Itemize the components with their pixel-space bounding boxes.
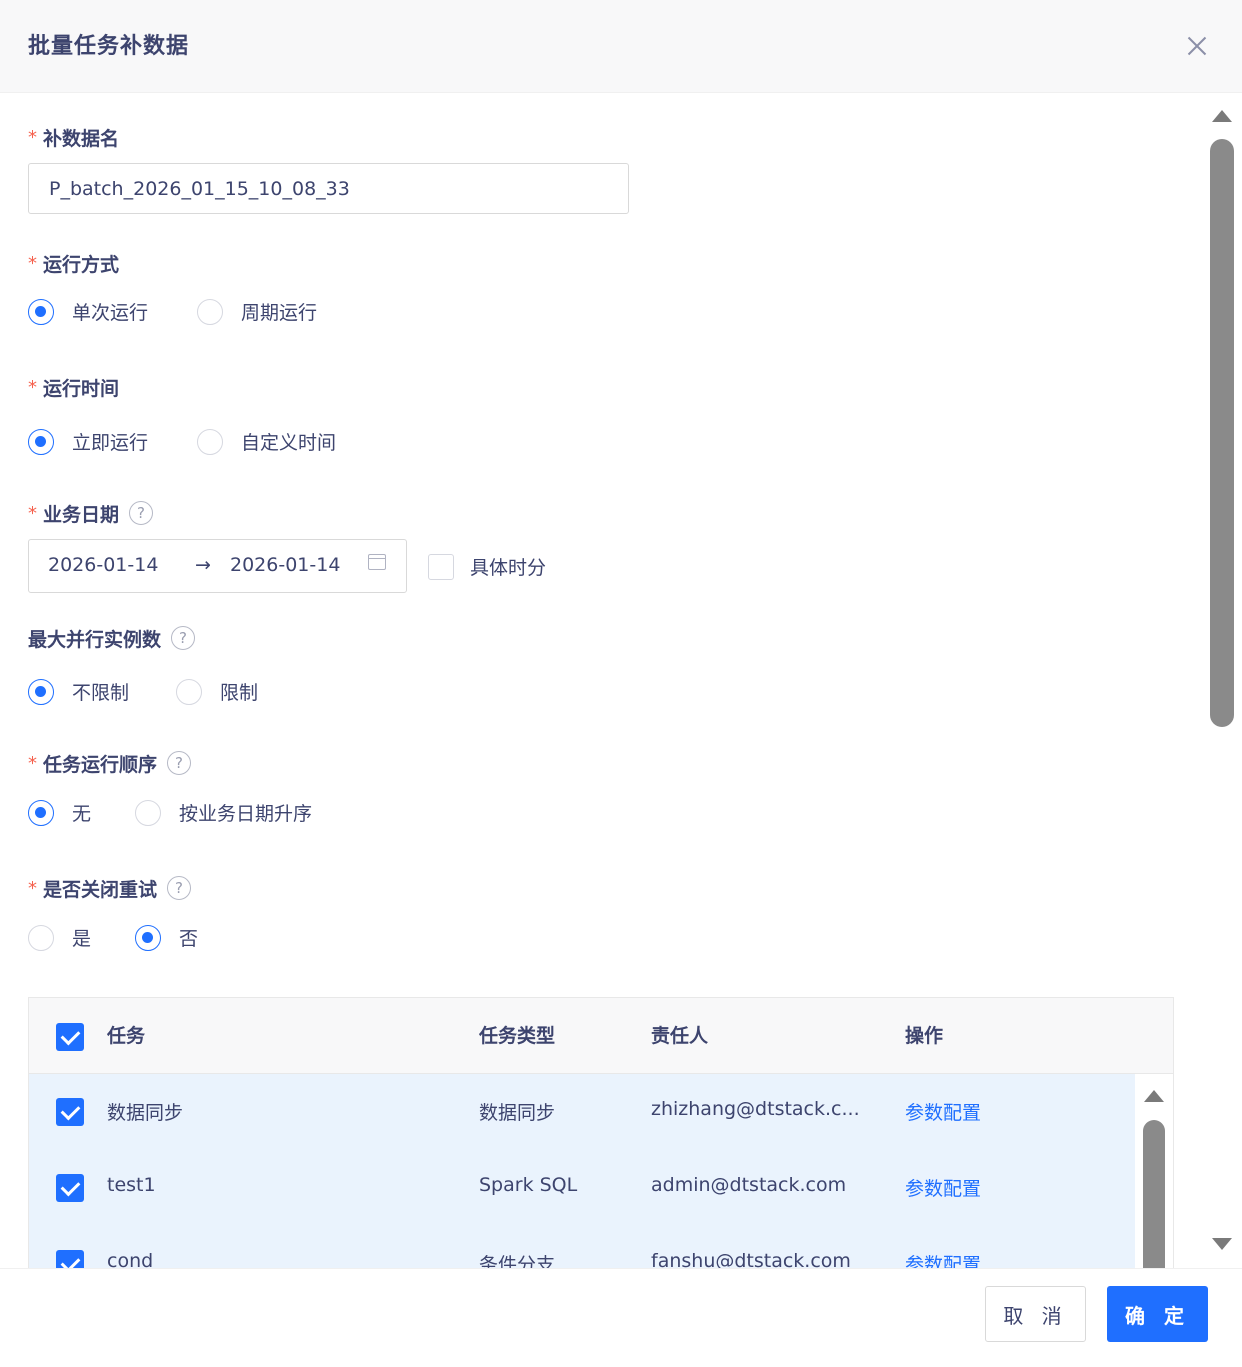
radio-custom-time[interactable]: 自定义时间 (197, 428, 336, 455)
calendar-icon (368, 554, 386, 570)
col-task: 任务 (107, 1025, 146, 1047)
row-checkbox[interactable] (56, 1250, 84, 1268)
row-checkbox[interactable] (56, 1174, 84, 1202)
close-icon[interactable] (1180, 30, 1214, 64)
task-name: cond (107, 1250, 154, 1268)
scroll-down-arrow-icon[interactable] (1212, 1238, 1232, 1250)
run-time-label: * 运行时间 (28, 376, 120, 400)
checkbox-box (428, 553, 454, 580)
table-row[interactable]: test1 Spark SQL admin@dtstack.com 参数配置 (29, 1150, 1135, 1227)
question-circle-icon[interactable]: ? (171, 626, 196, 650)
question-circle-icon[interactable]: ? (167, 751, 192, 775)
max-parallel-label: 最大并行实例数 ? (28, 623, 196, 653)
run-mode-label: * 运行方式 (28, 252, 120, 276)
radio-order-asc[interactable]: 按业务日期升序 (135, 799, 312, 826)
select-all-checkbox[interactable] (56, 1023, 84, 1051)
task-name: 数据同步 (107, 1102, 184, 1124)
col-owner: 责任人 (651, 1025, 709, 1047)
task-table: 任务 任务类型 责任人 操作 数据同步 数据同步 zhizhang@dtstac… (28, 997, 1174, 1268)
task-type: Spark SQL (479, 1174, 578, 1196)
param-config-link[interactable]: 参数配置 (905, 1098, 981, 1125)
radio-circle (28, 678, 54, 705)
radio-run-now[interactable]: 立即运行 (28, 428, 148, 455)
start-date[interactable]: 2026-01-14 (48, 554, 158, 576)
col-action: 操作 (905, 1025, 944, 1047)
task-owner: zhizhang@dtstack.c... (651, 1098, 860, 1120)
name-input[interactable] (28, 163, 629, 214)
task-owner: fanshu@dtstack.com (651, 1250, 851, 1268)
detail-time-checkbox[interactable]: 具体时分 (428, 553, 546, 580)
row-checkbox[interactable] (56, 1098, 84, 1126)
question-circle-icon[interactable]: ? (167, 876, 192, 900)
radio-retry-yes[interactable]: 是 (28, 924, 91, 951)
cancel-button[interactable]: 取 消 (985, 1286, 1086, 1342)
required-mark: * (28, 376, 37, 398)
task-name: test1 (107, 1174, 156, 1196)
radio-unlimited[interactable]: 不限制 (28, 678, 129, 705)
arrow-right-icon: → (195, 554, 211, 576)
dialog-header: 批量任务补数据 (0, 0, 1242, 93)
task-type: 数据同步 (479, 1102, 556, 1124)
scroll-up-arrow-icon[interactable] (1144, 1090, 1164, 1102)
radio-retry-no[interactable]: 否 (135, 924, 198, 951)
radio-circle (28, 924, 54, 951)
col-type: 任务类型 (479, 1025, 556, 1047)
task-type: 条件分支 (479, 1254, 556, 1268)
radio-limited[interactable]: 限制 (176, 678, 258, 705)
required-mark: * (28, 252, 37, 274)
radio-circle (197, 298, 223, 325)
radio-circle (28, 799, 54, 826)
required-mark: * (28, 752, 37, 774)
table-row[interactable]: cond 条件分支 fanshu@dtstack.com 参数配置 (29, 1226, 1135, 1268)
radio-order-none[interactable]: 无 (28, 799, 91, 826)
order-label: * 任务运行顺序 ? (28, 748, 192, 778)
dialog-title: 批量任务补数据 (28, 34, 190, 59)
date-range-picker[interactable]: 2026-01-14 → 2026-01-14 (28, 539, 407, 593)
radio-circle (135, 799, 161, 826)
radio-circle (135, 924, 161, 951)
table-row[interactable]: 数据同步 数据同步 zhizhang@dtstack.c... 参数配置 (29, 1074, 1135, 1151)
radio-run-periodic[interactable]: 周期运行 (197, 298, 317, 325)
retry-label: * 是否关闭重试 ? (28, 873, 192, 903)
biz-date-label: * 业务日期 ? (28, 498, 154, 528)
table-scrollbar-thumb[interactable] (1143, 1120, 1165, 1268)
dialog-body: * 补数据名 * 运行方式 单次运行 周期运行 * 运行时间 立即运行 自定义时… (0, 92, 1242, 1268)
task-owner: admin@dtstack.com (651, 1174, 847, 1196)
required-mark: * (28, 877, 37, 899)
scroll-up-arrow-icon[interactable] (1212, 110, 1232, 122)
end-date[interactable]: 2026-01-14 (230, 554, 340, 576)
table-header: 任务 任务类型 责任人 操作 (29, 998, 1173, 1074)
question-circle-icon[interactable]: ? (129, 501, 154, 525)
dialog-footer: 取 消 确 定 (0, 1268, 1242, 1367)
radio-circle (28, 428, 54, 455)
radio-circle (176, 678, 202, 705)
param-config-link[interactable]: 参数配置 (905, 1174, 981, 1201)
radio-circle (197, 428, 223, 455)
param-config-link[interactable]: 参数配置 (905, 1250, 981, 1268)
confirm-button[interactable]: 确 定 (1107, 1286, 1208, 1342)
radio-circle (28, 298, 54, 325)
required-mark: * (28, 126, 37, 148)
required-mark: * (28, 502, 37, 524)
radio-run-once[interactable]: 单次运行 (28, 298, 148, 325)
name-label: * 补数据名 (28, 126, 120, 150)
dialog-scrollbar-thumb[interactable] (1210, 139, 1234, 727)
